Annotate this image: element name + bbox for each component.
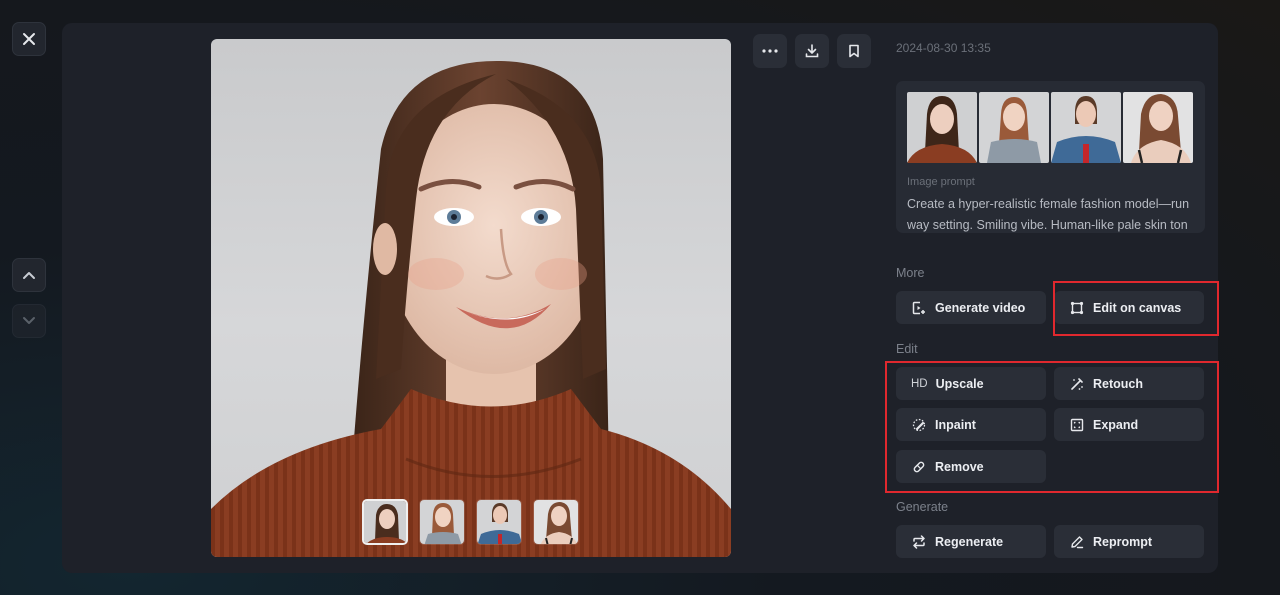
inpaint-button[interactable]: Inpaint <box>896 408 1046 441</box>
thumbnail-4[interactable] <box>533 499 579 545</box>
regenerate-icon <box>911 534 927 550</box>
chevron-down-icon <box>23 317 35 324</box>
download-icon <box>805 44 819 58</box>
section-label-generate: Generate <box>896 500 949 514</box>
section-label-edit: Edit <box>896 342 918 356</box>
thumbnail-1[interactable] <box>362 499 408 545</box>
upscale-label: Upscale <box>935 376 984 391</box>
section-label-more: More <box>896 266 925 280</box>
close-icon <box>23 33 35 45</box>
close-button[interactable] <box>12 22 46 56</box>
download-button[interactable] <box>795 34 829 68</box>
bookmark-icon <box>849 44 859 58</box>
image-toolbar <box>753 34 871 68</box>
next-image-button[interactable] <box>12 304 46 338</box>
edit-on-canvas-label: Edit on canvas <box>1093 300 1182 315</box>
retouch-label: Retouch <box>1093 376 1143 391</box>
retouch-button[interactable]: Retouch <box>1054 367 1204 400</box>
regenerate-button[interactable]: Regenerate <box>896 525 1046 558</box>
expand-button[interactable]: Expand <box>1054 408 1204 441</box>
prompt-thumbnail-4[interactable] <box>1123 92 1193 163</box>
thumbnail-3[interactable] <box>476 499 522 545</box>
video-add-icon <box>911 300 927 316</box>
prompt-thumbnails <box>907 92 1193 163</box>
inpaint-label: Inpaint <box>935 417 976 432</box>
ellipsis-icon <box>762 49 778 53</box>
generate-video-label: Generate video <box>935 300 1026 315</box>
previous-image-button[interactable] <box>12 258 46 292</box>
upscale-button[interactable]: HD Upscale <box>896 367 1046 400</box>
bookmark-button[interactable] <box>837 34 871 68</box>
more-options-button[interactable] <box>753 34 787 68</box>
creation-timestamp: 2024-08-30 13:35 <box>896 41 991 55</box>
prompt-thumbnail-2[interactable] <box>979 92 1049 163</box>
reprompt-button[interactable]: Reprompt <box>1054 525 1204 558</box>
pencil-icon <box>1069 534 1085 550</box>
inpaint-brush-icon <box>911 417 927 433</box>
main-image <box>211 39 731 557</box>
eraser-icon <box>911 459 927 475</box>
remove-label: Remove <box>935 459 984 474</box>
prompt-text-line-1: Create a hyper-realistic female fashion … <box>907 197 1190 211</box>
prompt-thumbnail-3[interactable] <box>1051 92 1121 163</box>
regenerate-label: Regenerate <box>935 534 1004 549</box>
remove-button[interactable]: Remove <box>896 450 1046 483</box>
expand-label: Expand <box>1093 417 1139 432</box>
variation-thumbnails <box>362 499 579 545</box>
edit-on-canvas-button[interactable]: Edit on canvas <box>1054 291 1204 324</box>
prompt-text: Create a hyper-realistic female fashion … <box>907 194 1197 233</box>
expand-icon <box>1069 417 1085 433</box>
hd-icon: HD <box>911 377 928 390</box>
prompt-card: Image prompt Create a hyper-realistic fe… <box>896 81 1205 233</box>
prompt-label: Image prompt <box>907 176 975 188</box>
prompt-thumbnail-1[interactable] <box>907 92 977 163</box>
magic-wand-icon <box>1069 376 1085 392</box>
thumbnail-2[interactable] <box>419 499 465 545</box>
prompt-text-line-2: way setting. Smiling vibe. Human-like pa… <box>907 218 1188 232</box>
generate-video-button[interactable]: Generate video <box>896 291 1046 324</box>
reprompt-label: Reprompt <box>1093 534 1153 549</box>
canvas-edit-icon <box>1069 300 1085 316</box>
portrait-illustration <box>211 60 731 557</box>
chevron-up-icon <box>23 272 35 279</box>
